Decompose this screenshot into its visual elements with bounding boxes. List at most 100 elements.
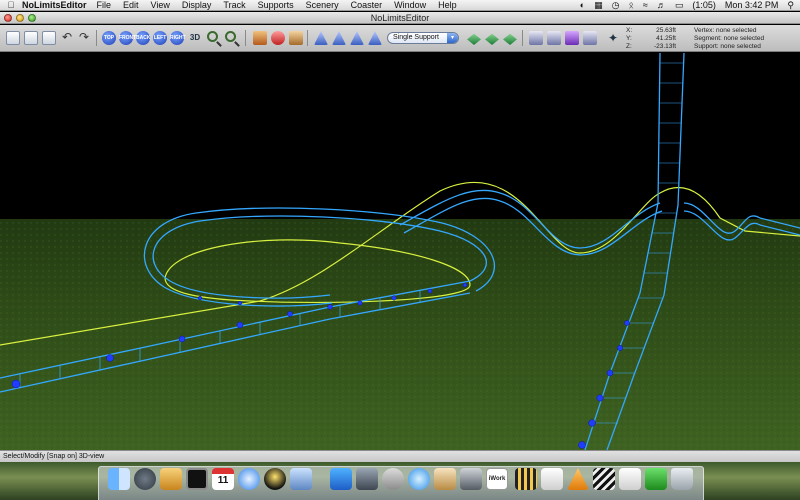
toolbar-separator (522, 30, 523, 46)
app-store-icon[interactable] (330, 468, 352, 490)
menu-scenery[interactable]: Scenery (306, 0, 339, 11)
record-icon[interactable] (271, 31, 285, 45)
menu-app-name[interactable]: NoLimitsEditor (22, 0, 87, 11)
utilities-icon[interactable] (356, 468, 378, 490)
minimize-window-button[interactable] (16, 14, 24, 22)
segment-status: Segment: none selected (694, 35, 765, 42)
status-text: Select/Modify [Snap on] 3D-view (3, 453, 105, 460)
support-status: Support: none selected (694, 43, 761, 50)
trash-icon[interactable] (671, 468, 693, 490)
window-title: NoLimitsEditor (370, 13, 430, 23)
downloads-icon[interactable] (645, 468, 667, 490)
finder-icon[interactable] (108, 468, 130, 490)
wifi-icon[interactable]: ≈ (643, 0, 648, 11)
toolbar: ↶ ↷ TOP FRONT BACK LEFT RIGHT 3D Single … (0, 25, 800, 52)
toolbar-separator (245, 30, 246, 46)
close-window-button[interactable] (4, 14, 12, 22)
zoom-out-icon[interactable] (225, 31, 236, 42)
view-3d-button[interactable]: 3D (188, 31, 202, 45)
new-file-icon[interactable] (6, 31, 20, 45)
menu-supports[interactable]: Supports (258, 0, 294, 11)
activity-monitor-icon[interactable] (186, 468, 208, 490)
window-controls (4, 14, 36, 22)
view-left-button[interactable]: LEFT (153, 31, 167, 45)
support-type-value: Single Support (393, 34, 439, 41)
toolbar-separator (96, 30, 97, 46)
z-label: Z: (626, 43, 632, 50)
volume-icon[interactable]: ♬ (657, 0, 666, 11)
menu-file[interactable]: File (97, 0, 112, 11)
sync-icon[interactable]: ◐ (580, 0, 585, 11)
menu-bar:  NoLimitsEditor File Edit View Display … (0, 0, 800, 11)
coordinate-readout: X: 25.63ft Vertex: none selected Y: 41.2… (626, 27, 798, 51)
menu-display[interactable]: Display (182, 0, 212, 11)
support-type-select[interactable]: Single Support ▾ (387, 32, 459, 44)
app-gold-icon[interactable] (160, 468, 182, 490)
menu-coaster[interactable]: Coaster (351, 0, 383, 11)
status-bar: Select/Modify [Snap on] 3D-view (0, 450, 800, 462)
calendar-icon[interactable]: 11 (212, 468, 234, 490)
view-right-button[interactable]: RIGHT (170, 31, 186, 45)
support-tool-icon[interactable] (368, 31, 382, 45)
paint-icon[interactable] (565, 31, 579, 45)
vertex-status: Vertex: none selected (694, 27, 757, 34)
menu-track[interactable]: Track (223, 0, 245, 11)
ichat-icon[interactable] (408, 468, 430, 490)
zoom-in-icon[interactable] (207, 31, 218, 42)
3d-viewport[interactable] (0, 53, 800, 450)
vertex-tool-icon[interactable] (332, 31, 346, 45)
status-menus: ◐ ▦ ◷ ᛟ ≈ ♬ ▭ (1:05) Mon 3:42 PM ⚲ (580, 0, 794, 11)
iwork-icon[interactable]: iWork (486, 468, 508, 490)
coaster-scene (0, 53, 800, 450)
y-value: 41.25ft (656, 35, 676, 42)
text-editor-icon[interactable] (434, 468, 456, 490)
battery-time[interactable]: (1:05) (692, 0, 716, 11)
menu-window[interactable]: Window (394, 0, 426, 11)
spaces-icon[interactable]: ▦ (594, 0, 603, 11)
stack-icon[interactable] (619, 468, 641, 490)
y-label: Y: (626, 35, 632, 42)
mail-icon[interactable] (290, 468, 312, 490)
menu-clock[interactable]: Mon 3:42 PM (725, 0, 779, 11)
chevron-down-icon: ▾ (447, 33, 458, 43)
menu-edit[interactable]: Edit (123, 0, 139, 11)
zoom-window-button[interactable] (28, 14, 36, 22)
terrain-icon[interactable] (529, 31, 543, 45)
battery-icon[interactable]: ▭ (675, 0, 684, 11)
movie-app-icon[interactable] (460, 468, 482, 490)
dashboard-icon[interactable] (134, 468, 156, 490)
spotlight-icon[interactable]: ⚲ (787, 0, 794, 11)
film-icon[interactable] (515, 468, 537, 490)
select-tool-icon[interactable] (314, 31, 328, 45)
view-top-button[interactable]: TOP (102, 31, 116, 45)
view-front-button[interactable]: FRONT (119, 31, 136, 45)
window-title-bar[interactable]: NoLimitsEditor (0, 12, 800, 24)
scenery-icon[interactable] (547, 31, 561, 45)
document-icon[interactable] (541, 468, 563, 490)
track-roll-icon[interactable] (503, 33, 517, 45)
time-machine-icon[interactable]: ◷ (612, 0, 620, 11)
redo-icon[interactable]: ↷ (77, 31, 91, 45)
safari-icon[interactable] (238, 468, 260, 490)
menu-help[interactable]: Help (438, 0, 457, 11)
open-file-icon[interactable] (24, 31, 38, 45)
menu-view[interactable]: View (151, 0, 170, 11)
save-file-icon[interactable] (42, 31, 56, 45)
track-bend-icon[interactable] (485, 33, 499, 45)
script-editor-icon[interactable] (382, 468, 404, 490)
penguin-app-icon[interactable] (264, 468, 286, 490)
camera-icon[interactable] (253, 31, 267, 45)
view-back-button[interactable]: BACK (136, 31, 150, 45)
bluetooth-icon[interactable]: ᛟ (628, 0, 633, 11)
station-icon[interactable] (583, 31, 597, 45)
crosshair-icon[interactable]: ✦ (606, 31, 620, 45)
figure-icon[interactable] (289, 31, 303, 45)
toolbar-separator (307, 30, 308, 46)
undo-icon[interactable]: ↶ (60, 31, 74, 45)
clapper-icon[interactable] (593, 468, 615, 490)
apple-menu-icon[interactable]:  (0, 0, 22, 11)
z-value: -23.13ft (653, 43, 676, 50)
track-piece-icon[interactable] (467, 33, 481, 45)
segment-tool-icon[interactable] (350, 31, 364, 45)
x-value: 25.63ft (656, 27, 676, 34)
